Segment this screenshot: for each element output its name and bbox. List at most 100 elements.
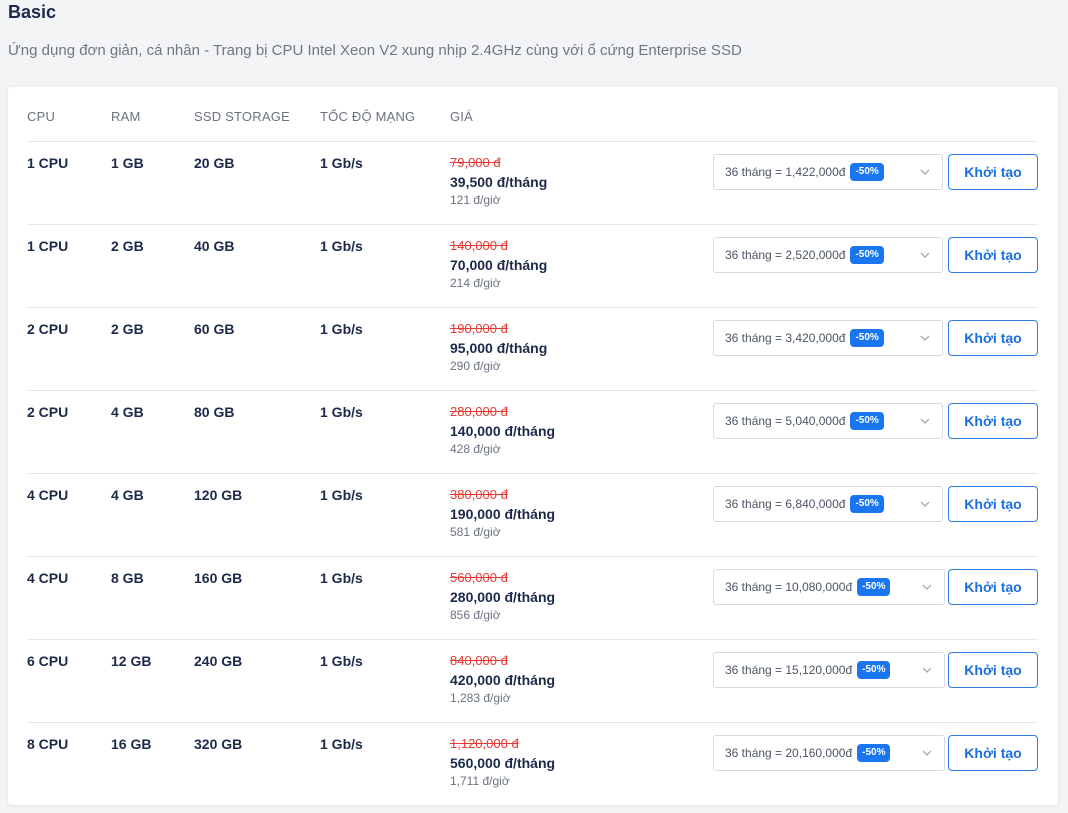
ssd-value: 60 GB [194,321,235,337]
monthly-price: 190,000 đ/tháng [450,506,556,522]
monthly-price: 140,000 đ/tháng [450,423,556,439]
chevron-down-icon [922,584,932,590]
hourly-price: 1,711 đ/giờ [450,774,510,788]
ram-value: 4 GB [111,404,144,420]
original-price: 1,120,000 đ [450,736,519,751]
network-speed-value: 1 Gb/s [320,155,363,171]
original-price: 380,000 đ [450,487,508,502]
table-row: 2 CPU 4 GB 80 GB 1 Gb/s 280,000 đ 140,00… [8,390,1058,473]
network-speed-value: 1 Gb/s [320,321,363,337]
billing-term-select[interactable]: 36 tháng = 5,040,000đ -50% [713,403,943,439]
chevron-down-icon [920,252,930,258]
chevron-down-icon [920,501,930,507]
column-header-price: GIÁ [450,109,473,124]
ram-value: 16 GB [111,736,152,752]
create-button[interactable]: Khởi tạo [948,237,1038,273]
chevron-down-icon [922,667,932,673]
ram-value: 8 GB [111,570,144,586]
hourly-price: 290 đ/giờ [450,359,501,373]
column-header-ram: RAM [111,109,141,124]
ram-value: 4 GB [111,487,144,503]
price-block: 1,120,000 đ 560,000 đ/tháng 1,711 đ/giờ [450,736,555,789]
monthly-price: 560,000 đ/tháng [450,755,556,771]
billing-term-select[interactable]: 36 tháng = 3,420,000đ -50% [713,320,943,356]
chevron-down-icon [922,750,932,756]
cpu-value: 4 CPU [27,570,69,586]
pricing-table: CPU SSD STORAGE RAM TỐC ĐỘ MẠNG GIÁ 1 CP… [8,87,1058,805]
billing-term-select[interactable]: 36 tháng = 15,120,000đ -50% [713,652,945,688]
create-button[interactable]: Khởi tạo [948,569,1038,605]
table-row: 4 CPU 4 GB 120 GB 1 Gb/s 380,000 đ 190,0… [8,473,1058,556]
discount-badge: -50% [850,246,884,264]
billing-term-select[interactable]: 36 tháng = 2,520,000đ -50% [713,237,943,273]
table-row: 1 CPU 2 GB 40 GB 1 Gb/s 140,000 đ 70,000… [8,224,1058,307]
cpu-value: 4 CPU [27,487,69,503]
network-speed-value: 1 Gb/s [320,736,363,752]
table-header: CPU SSD STORAGE RAM TỐC ĐỘ MẠNG GIÁ [8,87,1058,142]
original-price: 190,000 đ [450,321,508,336]
table-body: 1 CPU 1 GB 20 GB 1 Gb/s 79,000 đ 39,500 … [8,141,1058,805]
table-row: 4 CPU 8 GB 160 GB 1 Gb/s 560,000 đ 280,0… [8,556,1058,639]
ssd-value: 240 GB [194,653,243,669]
billing-term-value: 36 tháng = 20,160,000đ [725,746,853,760]
create-button[interactable]: Khởi tạo [948,154,1038,190]
discount-badge: -50% [850,412,884,430]
original-price: 79,000 đ [450,155,501,170]
ssd-value: 160 GB [194,570,243,586]
billing-term-select[interactable]: 36 tháng = 1,422,000đ -50% [713,154,943,190]
chevron-down-icon [920,418,930,424]
table-row: 6 CPU 12 GB 240 GB 1 Gb/s 840,000 đ 420,… [8,639,1058,722]
cpu-value: 6 CPU [27,653,69,669]
cpu-value: 1 CPU [27,238,69,254]
billing-term-value: 36 tháng = 1,422,000đ [725,165,846,179]
ram-value: 1 GB [111,155,144,171]
ram-value: 2 GB [111,238,144,254]
create-button[interactable]: Khởi tạo [948,652,1038,688]
price-block: 380,000 đ 190,000 đ/tháng 581 đ/giờ [450,487,555,540]
hourly-price: 121 đ/giờ [450,193,501,207]
ram-value: 12 GB [111,653,152,669]
chevron-down-icon [920,335,930,341]
billing-term-value: 36 tháng = 3,420,000đ [725,331,846,345]
billing-term-select[interactable]: 36 tháng = 6,840,000đ -50% [713,486,943,522]
billing-term-value: 36 tháng = 2,520,000đ [725,248,846,262]
create-button[interactable]: Khởi tạo [948,320,1038,356]
pricing-page: Basic Ứng dụng đơn giản, cá nhân - Trang… [0,0,1068,813]
billing-term-value: 36 tháng = 15,120,000đ [725,663,853,677]
create-button[interactable]: Khởi tạo [948,486,1038,522]
column-header-ssd: SSD STORAGE [194,109,290,124]
monthly-price: 95,000 đ/tháng [450,340,548,356]
original-price: 560,000 đ [450,570,508,585]
ssd-value: 20 GB [194,155,235,171]
page-subtitle: Ứng dụng đơn giản, cá nhân - Trang bị CP… [8,42,742,59]
price-block: 280,000 đ 140,000 đ/tháng 428 đ/giờ [450,404,555,457]
monthly-price: 70,000 đ/tháng [450,257,548,273]
cpu-value: 8 CPU [27,736,69,752]
price-block: 190,000 đ 95,000 đ/tháng 290 đ/giờ [450,321,547,374]
create-button[interactable]: Khởi tạo [948,403,1038,439]
column-header-cpu: CPU [27,109,56,124]
hourly-price: 581 đ/giờ [450,525,501,539]
discount-badge: -50% [857,661,891,679]
ram-value: 2 GB [111,321,144,337]
discount-badge: -50% [857,578,891,596]
hourly-price: 214 đ/giờ [450,276,501,290]
monthly-price: 39,500 đ/tháng [450,174,548,190]
monthly-price: 280,000 đ/tháng [450,589,556,605]
billing-term-value: 36 tháng = 6,840,000đ [725,497,846,511]
price-block: 79,000 đ 39,500 đ/tháng 121 đ/giờ [450,155,547,208]
hourly-price: 428 đ/giờ [450,442,501,456]
billing-term-select[interactable]: 36 tháng = 20,160,000đ -50% [713,735,945,771]
network-speed-value: 1 Gb/s [320,238,363,254]
network-speed-value: 1 Gb/s [320,404,363,420]
hourly-price: 1,283 đ/giờ [450,691,511,705]
create-button[interactable]: Khởi tạo [948,735,1038,771]
billing-term-select[interactable]: 36 tháng = 10,080,000đ -50% [713,569,945,605]
column-header-network: TỐC ĐỘ MẠNG [320,109,416,124]
discount-badge: -50% [850,329,884,347]
ssd-value: 80 GB [194,404,235,420]
ssd-value: 320 GB [194,736,243,752]
discount-badge: -50% [850,163,884,181]
original-price: 140,000 đ [450,238,508,253]
price-block: 140,000 đ 70,000 đ/tháng 214 đ/giờ [450,238,547,291]
